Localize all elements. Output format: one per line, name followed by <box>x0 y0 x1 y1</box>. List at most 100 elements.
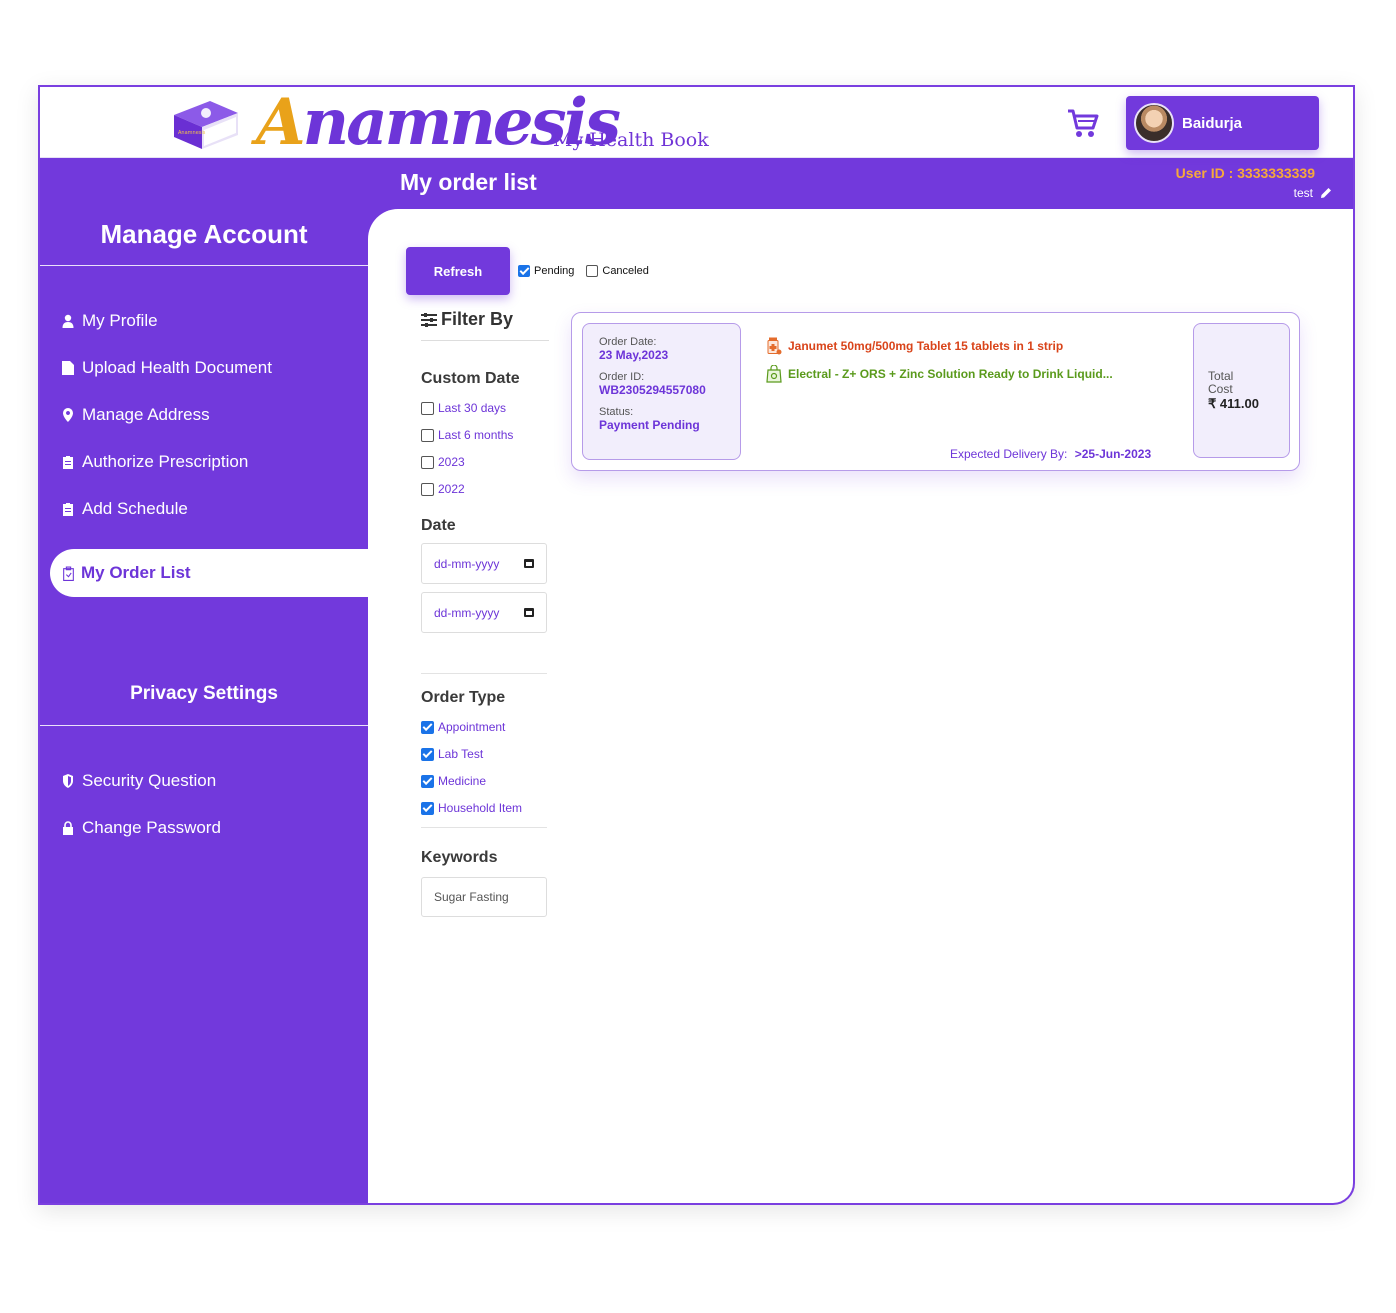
refresh-button[interactable]: Refresh <box>406 247 510 295</box>
sidebar-item-label: Change Password <box>82 818 221 837</box>
date-placeholder: dd-mm-yyyy <box>434 605 500 620</box>
divider <box>40 725 368 726</box>
divider <box>421 827 547 828</box>
status-label: Status: <box>599 406 634 418</box>
checkbox-label: Last 30 days <box>438 401 507 415</box>
calendar-icon[interactable] <box>524 559 534 568</box>
expected-delivery-label: Expected Delivery By: <box>950 447 1068 461</box>
document-icon <box>62 361 74 375</box>
app-frame: Anamnesis Anamnesis My Health Book Baidu… <box>38 85 1355 1205</box>
order-item: Electral - Z+ ORS + Zinc Solution Ready … <box>766 365 1113 383</box>
date-to-input[interactable]: dd-mm-yyyy <box>421 592 547 633</box>
cart-icon[interactable] <box>1066 107 1100 139</box>
checkbox-box <box>421 801 434 815</box>
checkbox-label: 2022 <box>438 482 465 496</box>
filter-title: Filter By <box>421 309 549 341</box>
sidebar-item-label: Authorize Prescription <box>82 452 249 471</box>
clipboard-icon <box>63 566 74 581</box>
divider <box>40 265 368 266</box>
checkbox-box <box>421 482 434 496</box>
household-bag-icon <box>766 365 782 383</box>
order-date: 23 May,2023 <box>599 348 669 362</box>
filter-appointment[interactable]: Appointment <box>421 720 505 734</box>
order-id-label: Order ID: <box>599 371 645 383</box>
title-bar: My order list User ID : 3333333339 test <box>40 159 1353 209</box>
order-item-name: Electral - Z+ ORS + Zinc Solution Ready … <box>788 367 1113 381</box>
page-title: My order list <box>400 169 537 195</box>
user-menu-button[interactable]: Baidurja <box>1126 96 1319 150</box>
checkbox-box <box>421 428 434 442</box>
checkbox-box <box>586 265 599 277</box>
total-cost-amount: ₹ 411.00 <box>1208 396 1259 411</box>
order-card[interactable]: Order Date: 23 May,2023 Order ID: WB2305… <box>571 312 1300 471</box>
filter-lab-test[interactable]: Lab Test <box>421 747 483 761</box>
order-type-heading: Order Type <box>421 689 506 706</box>
sidebar-item-change-password[interactable]: Change Password <box>62 818 221 838</box>
svg-text:Anamnesis: Anamnesis <box>178 130 206 136</box>
avatar <box>1134 103 1174 143</box>
brand-logo: Anamnesis <box>256 85 621 160</box>
filter-2022[interactable]: 2022 <box>421 482 465 496</box>
expected-delivery-date: >25-Jun-2023 <box>1074 447 1152 461</box>
lock-icon <box>63 821 73 835</box>
sidebar-item-label: My Profile <box>82 311 158 330</box>
pending-checkbox[interactable]: Pending <box>518 265 574 277</box>
sidebar-item-manage-address[interactable]: Manage Address <box>62 405 210 425</box>
keywords-input[interactable]: Sugar Fasting <box>421 877 547 917</box>
total-cost-box: Total Cost ₹ 411.00 <box>1193 323 1290 458</box>
user-id: User ID : 3333333339 <box>1175 165 1315 181</box>
sidebar-item-my-profile[interactable]: My Profile <box>62 311 158 331</box>
filter-last-30-days[interactable]: Last 30 days <box>421 401 506 415</box>
user-name: Baidurja <box>1182 114 1243 132</box>
date-from-input[interactable]: dd-mm-yyyy <box>421 543 547 584</box>
order-meta: Order Date: 23 May,2023 Order ID: WB2305… <box>582 323 741 460</box>
user-sub: test <box>1294 186 1333 200</box>
sidebar-item-label: My Order List <box>81 563 191 582</box>
checkbox-box <box>421 455 434 469</box>
manage-account-heading: Manage Account <box>100 219 308 249</box>
total-cost-label: Total Cost <box>1208 369 1234 396</box>
divider <box>421 673 547 674</box>
checkbox-box <box>421 747 434 761</box>
filter-2023[interactable]: 2023 <box>421 455 465 469</box>
sidebar-item-label: Manage Address <box>82 405 210 424</box>
date-heading: Date <box>421 517 456 534</box>
canceled-checkbox[interactable]: Canceled <box>586 265 649 277</box>
checkbox-label: Medicine <box>438 774 487 788</box>
order-item-name: Janumet 50mg/500mg Tablet 15 tablets in … <box>788 339 1064 353</box>
edit-pencil-icon[interactable] <box>1319 186 1333 200</box>
sidebar-item-label: Security Question <box>82 771 217 790</box>
sidebar-item-authorize-prescription[interactable]: Authorize Prescription <box>62 452 248 472</box>
user-icon <box>62 314 74 328</box>
sidebar-item-my-order-list[interactable]: My Order List <box>50 549 380 597</box>
sidebar: Manage Account My Profile Upload Health … <box>40 209 380 1203</box>
checkbox-label: Appointment <box>438 720 506 734</box>
privacy-settings-heading: Privacy Settings <box>130 683 278 704</box>
status-filter: Pending Canceled <box>518 265 649 277</box>
checkbox-label: Last 6 months <box>438 428 514 442</box>
clipboard-icon <box>63 503 73 516</box>
checkbox-label: Lab Test <box>438 747 484 761</box>
header: Anamnesis Anamnesis My Health Book Baidu… <box>40 87 1353 160</box>
expected-delivery: Expected Delivery By: >25-Jun-2023 <box>950 447 1151 461</box>
order-item: Janumet 50mg/500mg Tablet 15 tablets in … <box>766 337 1063 355</box>
checkbox-label: Pending <box>534 265 575 277</box>
main-panel: Refresh Pending Canceled Filter By Custo… <box>368 209 1353 1203</box>
sidebar-item-add-schedule[interactable]: Add Schedule <box>62 499 188 519</box>
filter-last-6-months[interactable]: Last 6 months <box>421 428 513 442</box>
keywords-heading: Keywords <box>421 849 498 866</box>
logo-book-icon: Anamnesis <box>174 101 238 149</box>
sidebar-item-label: Upload Health Document <box>82 358 272 377</box>
custom-date-heading: Custom Date <box>421 370 520 387</box>
filter-household-item[interactable]: Household Item <box>421 801 522 815</box>
sidebar-item-security-question[interactable]: Security Question <box>62 771 216 791</box>
sliders-icon <box>421 312 437 327</box>
order-date-label: Order Date: <box>599 336 657 348</box>
medicine-icon <box>767 337 782 355</box>
user-sub-label: test <box>1293 186 1313 200</box>
sidebar-item-upload-health-document[interactable]: Upload Health Document <box>62 358 272 378</box>
date-placeholder: dd-mm-yyyy <box>434 556 500 571</box>
filter-medicine[interactable]: Medicine <box>421 774 486 788</box>
checkbox-box <box>421 720 434 734</box>
calendar-icon[interactable] <box>524 608 534 617</box>
